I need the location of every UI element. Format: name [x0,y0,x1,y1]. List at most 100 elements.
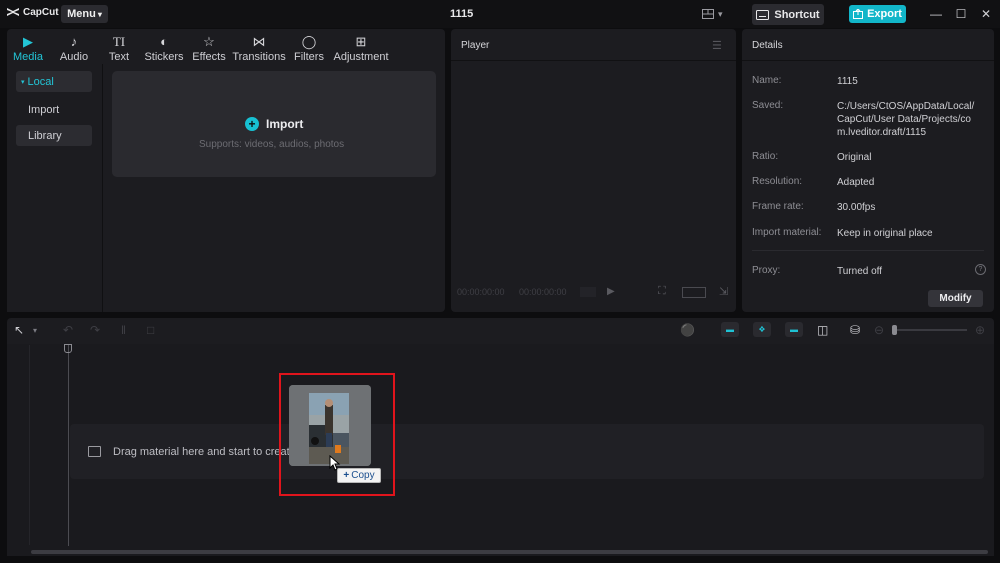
caret-down-icon: ▾ [21,78,25,86]
main-track-magnet-icon[interactable]: ▬ [721,322,739,337]
player-title: Player [461,40,490,51]
delete-icon[interactable]: □ [147,323,154,337]
timeline-toggle-icon[interactable] [580,287,596,297]
import-label: Import [266,117,304,131]
detail-label-proxy: Proxy: [752,265,781,276]
detail-label-name: Name: [752,75,782,86]
keyboard-icon [756,9,770,20]
details-title: Details [752,40,783,51]
drop-hint-text: Drag material here and start to create [113,446,296,458]
divider [451,60,736,61]
tab-filters[interactable]: ◯ Filters [294,29,324,64]
close-icon[interactable]: ✕ [980,7,992,21]
effects-icon: ☆ [203,34,215,49]
linkage-icon[interactable]: ▬ [785,322,803,337]
chevron-down-icon[interactable]: ▾ [33,326,37,335]
tab-adjustment[interactable]: ⊞ Adjustment [333,29,389,64]
chevron-down-icon: ▾ [97,9,102,19]
detail-label-resolution: Resolution: [752,176,803,187]
detail-label-ratio: Ratio: [752,151,779,162]
sidebar-item-import[interactable]: Import [16,99,92,120]
app-logo: CapCut [6,6,59,18]
detail-label-frame-rate: Frame rate: [752,201,804,212]
detail-value-import-material: Keep in original place [837,228,933,239]
layout-button[interactable]: ▾ [702,7,728,21]
audio-icon: ♪ [70,34,78,49]
hamburger-menu-icon[interactable]: ☰ [712,39,722,52]
tab-label: Stickers [144,51,184,63]
timeline-scrollbar[interactable] [31,550,988,554]
playhead[interactable] [68,344,69,546]
detail-value-frame-rate: 30.00fps [837,202,876,213]
layout-icon [702,9,714,19]
import-supported-formats: Supports: videos, audios, photos [199,139,345,150]
split-icon[interactable]: ‖ [121,323,126,337]
help-icon[interactable]: ? [975,264,986,275]
timeline-toolbar [7,318,994,344]
zoom-slider-handle[interactable] [892,325,897,335]
sidebar-item-label: Local [27,75,54,88]
sidebar-item-label: Library [28,129,62,142]
sidebar-item-library[interactable]: Library [16,125,92,146]
sticker-icon: ◐ [160,34,168,49]
preview-axis-icon[interactable]: ⛁ [850,323,860,337]
menu-label: Menu [67,8,96,20]
export-icon [853,9,864,19]
tab-label: Effects [192,51,226,63]
zoom-slider[interactable] [897,329,967,331]
transitions-icon: ⋈ [252,34,266,49]
tab-label: Filters [294,51,324,63]
zoom-out-icon[interactable]: ⊖ [874,323,884,337]
app-name: CapCut [23,6,59,18]
text-icon: TI [112,34,126,49]
align-center-icon[interactable]: ◫ [817,323,828,337]
project-title: 1115 [450,8,474,20]
tab-stickers[interactable]: ◐ Stickers [144,29,184,64]
menu-button[interactable]: Menu ▾ [61,5,108,23]
aspect-ratio-button[interactable] [682,287,706,298]
film-icon [88,446,101,457]
modify-button[interactable]: Modify [928,290,983,307]
zoom-in-icon[interactable]: ⊕ [975,323,985,337]
shortcut-button[interactable]: Shortcut [752,4,824,25]
sidebar-item-label: Import [28,103,60,116]
microphone-icon[interactable]: ⚫ [680,323,695,337]
timecode-current: 00:00:00:00 [457,287,505,297]
divider [752,250,984,251]
tab-media[interactable]: ▶︎ Media [12,29,44,64]
adjustment-icon: ⊞ [355,34,367,49]
fit-screen-icon[interactable]: ⛶ [658,285,666,298]
player-panel [451,29,736,312]
tab-label: Audio [59,51,89,63]
auto-snap-icon[interactable]: ❖ [753,322,771,337]
media-icon: ▶︎ [23,34,33,49]
divider [742,60,994,61]
detail-label-saved: Saved: [752,100,784,111]
detail-value-ratio: Original [837,152,872,163]
tab-label: Text [108,51,130,63]
undo-icon[interactable]: ↶ [63,323,73,337]
capcut-logo-icon [7,8,19,16]
maximize-icon[interactable]: ☐ [955,7,967,21]
detail-value-proxy: Turned off [837,266,883,277]
timecode-duration: 00:00:00:00 [519,287,567,297]
play-icon[interactable]: ▶ [607,286,615,297]
export-button[interactable]: Export [849,5,906,23]
chevron-down-icon: ▾ [718,8,723,19]
tab-effects[interactable]: ☆ Effects [192,29,226,64]
tab-transitions[interactable]: ⋈ Transitions [232,29,285,64]
select-cursor-icon[interactable]: ↖ [14,323,24,337]
tab-text[interactable]: TI Text [107,29,131,64]
export-label: Export [867,8,902,20]
playhead-handle[interactable] [64,344,72,353]
track-header-divider [29,345,30,545]
highlight-box [279,373,395,496]
tab-label: Adjustment [333,51,389,63]
sidebar-item-local[interactable]: ▾ Local [16,71,92,92]
redo-icon[interactable]: ↷ [90,323,100,337]
tab-audio[interactable]: ♪ Audio [59,29,89,64]
fullscreen-icon[interactable]: ⇲ [719,285,728,298]
minimize-icon[interactable]: — [930,7,942,21]
filters-icon: ◯ [301,34,317,49]
shortcut-label: Shortcut [774,8,820,21]
